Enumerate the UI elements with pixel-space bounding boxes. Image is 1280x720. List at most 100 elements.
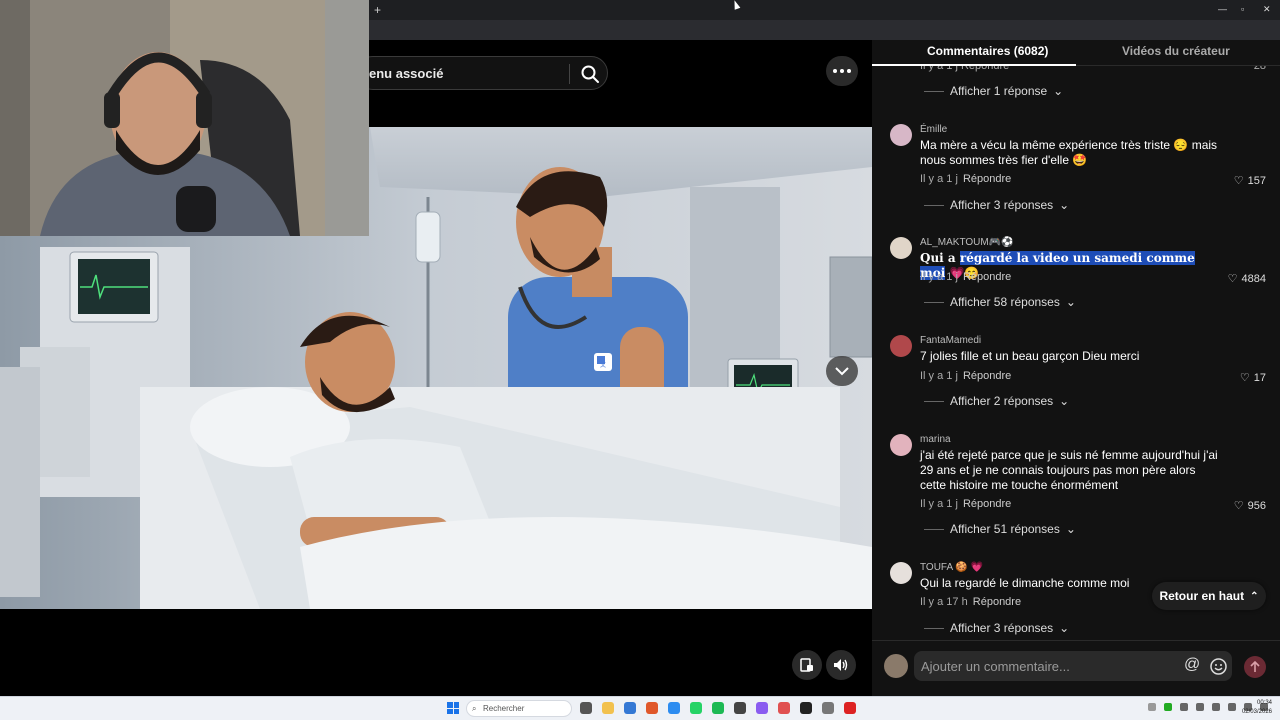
search-bar[interactable]: enu associé xyxy=(356,56,608,90)
comments-tabs: Commentaires (6082) Vidéos du créateur xyxy=(872,40,1280,66)
search-icon[interactable] xyxy=(579,63,601,85)
avatar[interactable] xyxy=(890,124,912,146)
webcam-feed xyxy=(0,0,369,236)
chevron-up-icon[interactable] xyxy=(1148,703,1156,711)
comment-time: Il y a 1 j xyxy=(920,498,958,510)
comment-text: Ma mère a vécu la même expérience très t… xyxy=(920,138,1218,167)
replies-label: Afficher 3 réponses xyxy=(950,198,1054,212)
messenger-icon[interactable] xyxy=(756,702,768,714)
chevron-down-icon: ⌄ xyxy=(1053,84,1064,98)
comment-time: Il y a 17 h xyxy=(920,596,968,608)
svg-text:文: 文 xyxy=(600,361,606,368)
like-button[interactable]: ♡ 956 xyxy=(1234,499,1266,513)
volume-icon xyxy=(834,659,848,671)
show-replies-button[interactable]: Afficher 2 réponses ⌄ xyxy=(924,394,1069,408)
app-icon[interactable] xyxy=(668,702,680,714)
comment-author[interactable]: marina xyxy=(920,434,951,445)
translate-icon[interactable]: 文 xyxy=(594,353,612,371)
tray-app-icon[interactable] xyxy=(1212,703,1220,711)
active-tab-indicator xyxy=(872,64,1076,66)
avatar[interactable] xyxy=(890,434,912,456)
reply-button[interactable]: Répondre xyxy=(963,271,1011,283)
taskbar-search-label: Rechercher xyxy=(483,704,525,713)
like-count: 956 xyxy=(1247,499,1266,512)
app-icon[interactable] xyxy=(778,702,790,714)
chevron-down-icon xyxy=(835,367,849,376)
comment-time: Il y a 1 j xyxy=(920,370,958,382)
tab-comments[interactable]: Commentaires (6082) xyxy=(927,44,1048,58)
minimize-icon[interactable]: — xyxy=(1218,4,1227,14)
comments-panel: Commentaires (6082) Vidéos du créateur I… xyxy=(872,40,1280,696)
whatsapp-icon[interactable] xyxy=(690,702,702,714)
comment-input[interactable]: Ajouter un commentaire... @ xyxy=(914,651,1232,681)
chevron-down-icon: ⌄ xyxy=(1059,394,1070,408)
like-count: 4884 xyxy=(1241,272,1266,285)
show-replies-button[interactable]: Afficher 58 réponses ⌄ xyxy=(924,295,1076,309)
like-button[interactable]: ♡ 4884 xyxy=(1228,272,1266,286)
tray-app-icon[interactable] xyxy=(1164,703,1172,711)
comment-author[interactable]: FantaMamedi xyxy=(920,335,981,346)
comment-author[interactable]: Émille xyxy=(920,124,947,135)
clock-date: 02/03/2026 xyxy=(1241,709,1272,715)
comment-author[interactable]: TOUFA 🍪 💗 xyxy=(920,562,983,573)
settings-icon[interactable] xyxy=(822,702,834,714)
heart-icon: ♡ xyxy=(1239,372,1250,384)
tab-creator-videos[interactable]: Vidéos du créateur xyxy=(1122,44,1230,58)
search-query: enu associé xyxy=(369,66,444,81)
avatar[interactable] xyxy=(890,335,912,357)
tray-app-icon[interactable] xyxy=(1180,703,1188,711)
comment-meta: Il y a 1 j Répondre xyxy=(920,370,1011,382)
comment-time: Il y a 1 j xyxy=(920,173,958,185)
avatar[interactable] xyxy=(890,562,912,584)
like-button[interactable]: ♡ 157 xyxy=(1234,174,1266,188)
back-to-top-label: Retour en haut xyxy=(1159,589,1245,603)
app-icon[interactable] xyxy=(844,702,856,714)
emoji-icon[interactable] xyxy=(1210,658,1227,675)
app-icon[interactable] xyxy=(734,702,746,714)
maximize-icon[interactable]: ▫ xyxy=(1241,4,1244,14)
reply-button[interactable]: Répondre xyxy=(963,498,1011,510)
next-video-button[interactable] xyxy=(826,356,858,386)
replies-label: Afficher 51 réponses xyxy=(950,522,1060,536)
picture-in-picture-button[interactable] xyxy=(792,650,822,680)
mention-icon[interactable]: @ xyxy=(1184,656,1200,674)
show-replies-button[interactable]: Afficher 51 réponses ⌄ xyxy=(924,522,1076,536)
brave-icon[interactable] xyxy=(646,702,658,714)
file-explorer-icon[interactable] xyxy=(602,702,614,714)
microphone-icon[interactable] xyxy=(1196,703,1204,711)
show-replies-button[interactable]: Afficher 3 réponses ⌄ xyxy=(924,621,1069,635)
comment-meta: Il y a 1 j Répondre xyxy=(920,271,1011,283)
system-clock[interactable]: 00:34 02/03/2026 xyxy=(1238,699,1272,717)
chevron-down-icon: ⌄ xyxy=(1059,621,1070,635)
new-tab-icon[interactable]: + xyxy=(374,3,381,17)
send-comment-button[interactable] xyxy=(1244,656,1266,678)
app-icon[interactable] xyxy=(800,702,812,714)
comment-author[interactable]: AL_MAKTOUM🎮⚽ xyxy=(920,237,1014,248)
reply-button[interactable]: Répondre xyxy=(963,173,1011,185)
taskbar-search[interactable]: ⌕ Rechercher xyxy=(466,700,572,717)
like-count: 157 xyxy=(1247,174,1266,187)
comment-input-placeholder: Ajouter un commentaire... xyxy=(921,659,1070,674)
add-comment-bar: Ajouter un commentaire... @ xyxy=(872,640,1280,696)
reply-button[interactable]: Répondre xyxy=(963,370,1011,382)
task-view-icon[interactable] xyxy=(580,702,592,714)
comment-text: 7 jolies fille et un beau garçon Dieu me… xyxy=(920,349,1140,363)
replies-label: Afficher 58 réponses xyxy=(950,295,1060,309)
show-replies-button[interactable]: Afficher 1 réponse ⌄ xyxy=(924,84,1063,98)
like-button[interactable]: ♡ 17 xyxy=(1239,371,1266,385)
comment-meta: Il y a 1 j Répondre xyxy=(920,498,1011,510)
show-replies-button[interactable]: Afficher 3 réponses ⌄ xyxy=(924,198,1069,212)
wifi-icon[interactable] xyxy=(1228,703,1236,711)
back-to-top-button[interactable]: Retour en haut ⌃ xyxy=(1152,582,1266,610)
comment-meta: Il y a 1 j Répondre xyxy=(920,173,1011,185)
replies-label: Afficher 3 réponses xyxy=(950,621,1054,635)
more-options-button[interactable] xyxy=(826,56,858,86)
windows-start-icon[interactable] xyxy=(447,702,459,714)
spotify-icon[interactable] xyxy=(712,702,724,714)
reply-button[interactable]: Répondre xyxy=(973,596,1021,608)
close-window-icon[interactable]: ✕ xyxy=(1263,4,1271,15)
comment-text-prefix: Qui a xyxy=(920,251,960,265)
avatar[interactable] xyxy=(890,237,912,259)
store-icon[interactable] xyxy=(624,702,636,714)
volume-button[interactable] xyxy=(826,650,856,680)
